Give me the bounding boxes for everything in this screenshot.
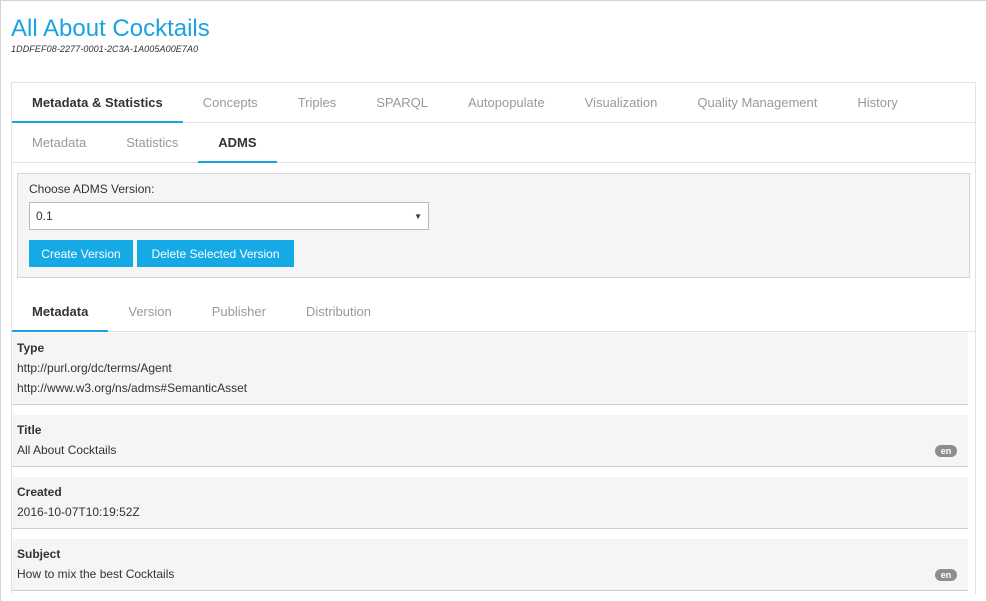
subtab-metadata[interactable]: Metadata [12, 123, 106, 162]
adms-version-label: Choose ADMS Version: [29, 182, 155, 196]
field-created-value: 2016-10-07T10:19:52Z [17, 505, 140, 519]
adms-tab-publisher[interactable]: Publisher [192, 292, 286, 331]
field-title: Title All About Cocktails en [12, 415, 968, 467]
lang-badge: en [935, 445, 957, 457]
field-subject-value: How to mix the best Cocktails [17, 567, 175, 581]
field-title-value: All About Cocktails [17, 443, 117, 457]
tab-sparql[interactable]: SPARQL [356, 83, 448, 122]
field-created-label: Created [17, 485, 62, 499]
project-id: 1DDFEF08-2277-0001-2C3A-1A005A00E7A0 [11, 44, 199, 54]
field-subject: Subject How to mix the best Cocktails en [12, 539, 968, 591]
field-title-label: Title [17, 423, 42, 437]
tab-history[interactable]: History [837, 83, 917, 122]
subtab-adms[interactable]: ADMS [198, 123, 277, 163]
tab-visualization[interactable]: Visualization [565, 83, 678, 122]
tab-triples[interactable]: Triples [278, 83, 357, 122]
sub-tab-bar: Metadata Statistics ADMS [12, 123, 975, 163]
page-title: All About Cocktails [11, 15, 210, 42]
tab-autopopulate[interactable]: Autopopulate [448, 83, 565, 122]
field-type-value-2: http://www.w3.org/ns/adms#SemanticAsset [17, 381, 248, 395]
caret-down-icon: ▼ [414, 211, 422, 221]
tab-metadata-statistics[interactable]: Metadata & Statistics [12, 83, 183, 123]
field-subject-label: Subject [17, 547, 61, 561]
field-type-label: Type [17, 341, 45, 355]
field-created: Created 2016-10-07T10:19:52Z [12, 477, 968, 529]
page-border [0, 1, 1, 601]
subtab-statistics[interactable]: Statistics [106, 123, 198, 162]
adms-version-box: Choose ADMS Version: 0.1 ▼ Create Versio… [17, 173, 970, 278]
main-tab-bar: Metadata & Statistics Concepts Triples S… [12, 83, 975, 123]
adms-version-select[interactable]: 0.1 ▼ [29, 202, 429, 230]
lang-badge: en [935, 569, 957, 581]
field-type: Type http://purl.org/dc/terms/Agent http… [12, 333, 968, 405]
page-header: All About Cocktails 1DDFEF08-2277-0001-2… [11, 14, 210, 54]
adms-tab-bar: Metadata Version Publisher Distribution [12, 292, 975, 332]
tab-concepts[interactable]: Concepts [183, 83, 278, 122]
adms-tab-metadata[interactable]: Metadata [12, 292, 109, 332]
selected-version: 0.1 [36, 209, 53, 223]
main-panel: Metadata & Statistics Concepts Triples S… [11, 82, 976, 594]
adms-tab-version[interactable]: Version [108, 292, 191, 331]
create-version-button[interactable]: Create Version [29, 240, 133, 267]
adms-tab-distribution[interactable]: Distribution [286, 292, 391, 331]
delete-version-button[interactable]: Delete Selected Version [137, 240, 294, 267]
tab-quality-management[interactable]: Quality Management [677, 83, 837, 122]
field-type-value-1: http://purl.org/dc/terms/Agent [17, 361, 172, 375]
